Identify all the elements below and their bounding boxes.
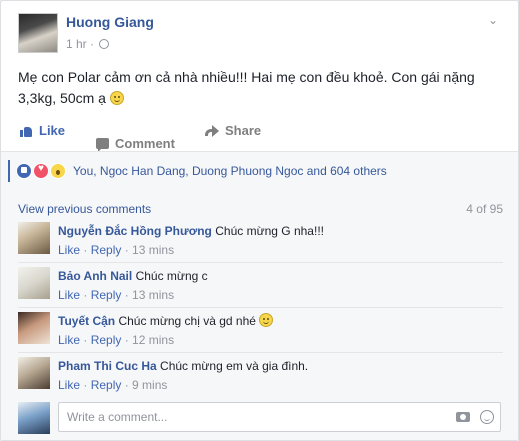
post-actions: Like Comment Share xyxy=(18,123,503,152)
chevron-down-icon[interactable]: ⌄ xyxy=(486,13,500,27)
post-time[interactable]: 1 hr · xyxy=(66,37,94,51)
comment-item: Tuyết Cận Chúc mừng chị và gd nhé Like ·… xyxy=(18,312,503,352)
share-arrow-icon xyxy=(205,125,219,137)
like-reaction-icon xyxy=(16,163,32,179)
comment-divider xyxy=(18,307,503,308)
comment-item: Bảo Anh Nail Chúc mừng c Like · Reply · … xyxy=(18,267,503,307)
comment-text: Chúc mừng chị và gd nhé xyxy=(118,314,256,328)
comment-body: Nguyễn Đắc Hồng Phương Chúc mừng G nha!!… xyxy=(58,223,324,239)
comment-time[interactable]: 13 mins xyxy=(132,243,174,257)
comment-composer xyxy=(18,401,503,434)
commenter-avatar[interactable] xyxy=(18,267,50,299)
commenter-avatar[interactable] xyxy=(18,357,50,389)
camera-icon[interactable] xyxy=(456,412,470,422)
comments-area: You, Ngoc Han Dang, Duong Phuong Ngoc an… xyxy=(1,151,518,440)
comment-body: Bảo Anh Nail Chúc mừng c xyxy=(58,268,208,284)
current-user-avatar[interactable] xyxy=(18,402,50,434)
post-card: Huong Giang 1 hr · ⌄ Mẹ con Polar cảm ơn… xyxy=(0,0,519,441)
comment-input-box xyxy=(58,402,501,432)
smile-emoji-icon xyxy=(259,313,274,327)
globe-icon xyxy=(99,39,110,49)
comment-reply-link[interactable]: Reply xyxy=(91,243,122,257)
comment-actions: Like · Reply · 12 mins xyxy=(58,333,175,347)
comment-body: Tuyết Cận Chúc mừng chị và gd nhé xyxy=(58,313,274,329)
comment-reply-link[interactable]: Reply xyxy=(91,288,122,302)
post-text-content: Mẹ con Polar cảm ơn cả nhà nhiều!!! Hai … xyxy=(18,69,475,106)
comment-item: Pham Thi Cuc Ha Chúc mừng em và gia đình… xyxy=(18,357,503,397)
commenter-name[interactable]: Pham Thi Cuc Ha xyxy=(58,359,157,373)
comment-item: Nguyễn Đắc Hồng Phương Chúc mừng G nha!!… xyxy=(18,222,503,262)
like-label: Like xyxy=(39,123,66,138)
comment-count: 4 of 95 xyxy=(466,202,503,216)
comment-time[interactable]: 9 mins xyxy=(132,378,167,392)
thumbs-up-icon xyxy=(20,125,33,137)
comment-time[interactable]: 12 mins xyxy=(132,333,174,347)
commenter-name[interactable]: Nguyễn Đắc Hồng Phương xyxy=(58,224,212,238)
emoji-picker-icon[interactable] xyxy=(480,410,494,424)
love-reaction-icon xyxy=(33,163,49,179)
previous-comments-row: View previous comments 4 of 95 xyxy=(18,202,503,218)
share-label: Share xyxy=(225,123,262,138)
author-avatar[interactable] xyxy=(18,13,58,53)
comment-body: Pham Thi Cuc Ha Chúc mừng em và gia đình… xyxy=(58,358,308,374)
post-meta: 1 hr · xyxy=(66,37,110,51)
smile-emoji-icon xyxy=(109,91,124,105)
comment-reply-link[interactable]: Reply xyxy=(91,333,122,347)
wow-reaction-icon xyxy=(50,163,66,179)
commenter-name[interactable]: Bảo Anh Nail xyxy=(58,269,132,283)
author-name[interactable]: Huong Giang xyxy=(66,14,154,30)
comment-icon xyxy=(96,137,109,152)
commenter-name[interactable]: Tuyết Cận xyxy=(58,314,115,328)
like-button[interactable]: Like xyxy=(20,123,65,138)
view-previous-comments-link[interactable]: View previous comments xyxy=(18,202,151,216)
post-text: Mẹ con Polar cảm ơn cả nhà nhiều!!! Hai … xyxy=(18,67,503,109)
comment-actions: Like · Reply · 13 mins xyxy=(58,288,175,302)
reaction-summary[interactable]: You, Ngoc Han Dang, Duong Phuong Ngoc an… xyxy=(73,164,387,178)
comment-actions: Like · Reply · 13 mins xyxy=(58,243,175,257)
comment-label: Comment xyxy=(115,135,175,151)
comment-divider xyxy=(18,262,503,263)
post-header: Huong Giang 1 hr · ⌄ xyxy=(18,13,498,55)
comment-like-link[interactable]: Like xyxy=(58,333,80,347)
commenter-avatar[interactable] xyxy=(18,222,50,254)
comment-text: Chúc mừng em và gia đình. xyxy=(160,359,309,373)
comment-like-link[interactable]: Like xyxy=(58,243,80,257)
comment-divider xyxy=(18,352,503,353)
comment-actions: Like · Reply · 9 mins xyxy=(58,378,168,392)
comment-reply-link[interactable]: Reply xyxy=(91,378,122,392)
comment-like-link[interactable]: Like xyxy=(58,378,80,392)
comment-time[interactable]: 13 mins xyxy=(132,288,174,302)
comment-text: Chúc mừng c xyxy=(135,269,208,283)
comment-like-link[interactable]: Like xyxy=(58,288,80,302)
commenter-avatar[interactable] xyxy=(18,312,50,344)
comment-input[interactable] xyxy=(59,403,455,431)
reactions-bar[interactable]: You, Ngoc Han Dang, Duong Phuong Ngoc an… xyxy=(8,160,516,182)
share-button[interactable]: Share xyxy=(205,123,261,138)
comment-text: Chúc mừng G nha!!! xyxy=(215,224,324,238)
